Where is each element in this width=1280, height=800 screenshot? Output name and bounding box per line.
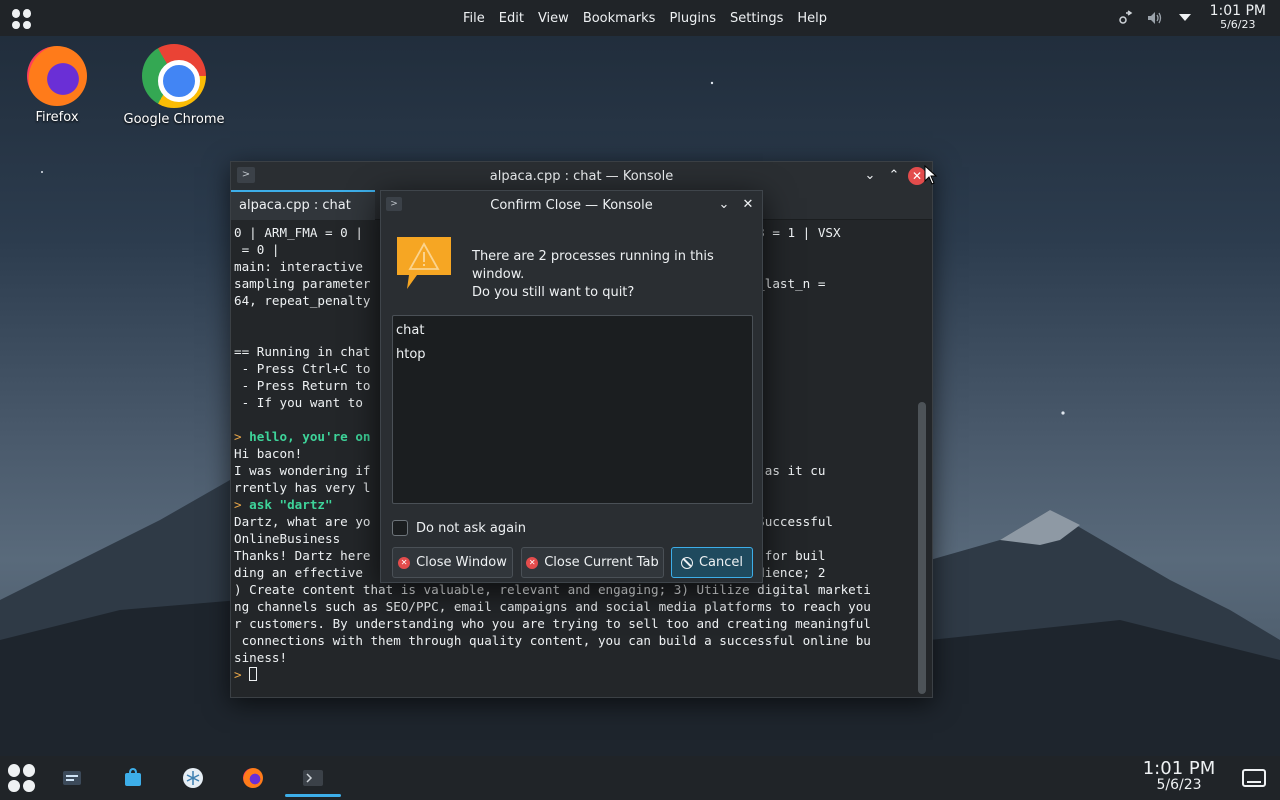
menu-edit[interactable]: Edit [492, 11, 531, 26]
global-menu-bar: File Edit View Bookmarks Plugins Setting… [456, 0, 834, 36]
close-icon: ✕ [526, 556, 539, 569]
list-item[interactable]: htop [396, 343, 749, 367]
system-settings-icon[interactable] [56, 762, 88, 794]
menu-plugins[interactable]: Plugins [662, 11, 723, 26]
clock-date: 5/6/23 [1156, 777, 1202, 793]
desktop-icon-firefox[interactable]: Firefox [2, 46, 112, 125]
cancel-icon [680, 556, 693, 569]
menu-view[interactable]: View [531, 11, 576, 26]
expand-tray-icon[interactable] [1176, 9, 1194, 27]
terminal-line: ) Create content that is valuable, relev… [234, 582, 871, 597]
konsole-app-icon: > [386, 197, 402, 211]
close-current-tab-button[interactable]: ✕ Close Current Tab [521, 547, 664, 578]
process-list[interactable]: chat htop [392, 315, 753, 504]
tab-alpaca-chat[interactable]: alpaca.cpp : chat [231, 190, 375, 220]
button-label: Close Window [416, 555, 507, 570]
terminal-scrollbar[interactable] [918, 224, 926, 694]
show-desktop-icon[interactable] [1242, 769, 1266, 787]
chrome-icon [142, 44, 206, 108]
dialog-titlebar[interactable]: > Confirm Close — Konsole ⌄ ✕ [381, 191, 762, 219]
bottom-taskbar: 1:01 PM 5/6/23 [0, 756, 1280, 800]
discover-store-icon[interactable] [117, 762, 149, 794]
terminal-line: connections with them through quality co… [234, 633, 871, 648]
do-not-ask-checkbox[interactable]: Do not ask again [392, 520, 526, 536]
menu-help[interactable]: Help [790, 11, 834, 26]
terminal-line: r customers. By understanding who you ar… [234, 616, 871, 631]
close-window-button[interactable]: ✕ Close Window [392, 547, 513, 578]
list-item[interactable]: chat [396, 319, 749, 343]
kde-connect-icon[interactable] [177, 762, 209, 794]
firefox-icon[interactable] [237, 762, 269, 794]
close-icon[interactable]: ✕ [738, 195, 758, 215]
terminal-line: ng channels such as SEO/PPC, email campa… [234, 599, 871, 614]
confirm-close-dialog: > Confirm Close — Konsole ⌄ ✕ There are … [380, 190, 763, 583]
desktop-icon-chrome[interactable]: Google Chrome [119, 44, 229, 127]
dialog-title: Confirm Close — Konsole [490, 197, 653, 213]
text-cursor [249, 667, 258, 681]
firefox-icon [27, 46, 87, 106]
konsole-icon[interactable] [297, 762, 329, 794]
maximize-icon[interactable]: ⌃ [884, 166, 904, 186]
top-panel: File Edit View Bookmarks Plugins Setting… [0, 0, 1280, 36]
taskbar-clock[interactable]: 1:01 PM 5/6/23 [1140, 760, 1218, 794]
menu-bookmarks[interactable]: Bookmarks [576, 11, 663, 26]
volume-icon[interactable] [1146, 9, 1164, 27]
clock-time: 1:01 PM [1142, 758, 1216, 779]
button-label: Cancel [698, 555, 744, 570]
mouse-pointer-icon [924, 165, 938, 185]
close-icon: ✕ [398, 556, 411, 569]
active-task-indicator [285, 794, 341, 797]
network-icon[interactable] [1116, 9, 1134, 27]
cancel-button[interactable]: Cancel [671, 547, 753, 578]
message-line: Do you still want to quit? [472, 285, 635, 300]
dialog-message: There are 2 processes running in this wi… [472, 248, 762, 302]
checkbox-box[interactable] [392, 520, 408, 536]
konsole-titlebar[interactable]: > alpaca.cpp : chat — Konsole ⌄ ⌃ ✕ [231, 162, 932, 190]
top-clock[interactable]: 1:01 PM 5/6/23 [1210, 4, 1266, 32]
system-tray [1116, 0, 1194, 36]
scrollbar-thumb[interactable] [918, 402, 926, 694]
menu-settings[interactable]: Settings [723, 11, 790, 26]
checkbox-label: Do not ask again [416, 520, 526, 536]
minimize-icon[interactable]: ⌄ [714, 195, 734, 215]
button-label: Close Current Tab [544, 555, 659, 570]
clock-date: 5/6/23 [1220, 18, 1256, 31]
app-launcher-icon[interactable] [12, 9, 32, 29]
terminal-line: siness! [234, 650, 288, 665]
warning-icon [397, 237, 451, 289]
app-launcher-icon[interactable] [8, 764, 36, 792]
message-line: There are 2 processes running in this wi… [472, 249, 714, 282]
minimize-icon[interactable]: ⌄ [860, 166, 880, 186]
desktop-icon-label: Firefox [35, 110, 79, 125]
window-title: alpaca.cpp : chat — Konsole [489, 168, 674, 184]
terminal-line: > [234, 666, 914, 683]
konsole-app-icon[interactable]: > [237, 167, 255, 183]
desktop-icon-label: Google Chrome [123, 112, 225, 127]
menu-file[interactable]: File [456, 11, 492, 26]
clock-time: 1:01 PM [1209, 3, 1266, 19]
